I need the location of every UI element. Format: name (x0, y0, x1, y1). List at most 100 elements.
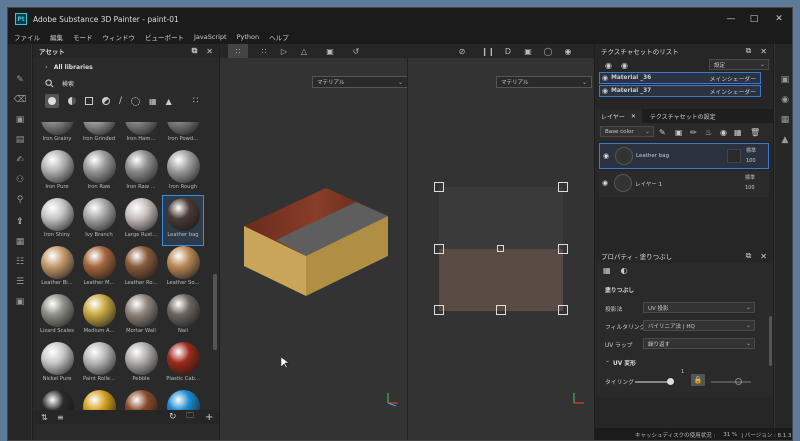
uv-center-handle[interactable] (497, 245, 504, 252)
asset-thumbnail[interactable]: Iron Pure (37, 148, 77, 197)
view-grid-icon[interactable]: ∷ (228, 44, 248, 58)
asset-thumbnail[interactable]: Iron Raw ... (121, 148, 161, 197)
asset-thumbnail[interactable] (163, 388, 203, 411)
viewport-3d-mode-dropdown[interactable]: マテリアル ⌄ (312, 76, 408, 88)
asset-thumbnail[interactable]: Leather Ro... (121, 244, 161, 293)
close-tab-icon[interactable]: ✕ (631, 113, 636, 120)
layer-row[interactable]: ◉ Leather bag 標準 100 (599, 143, 769, 169)
geometry-fill-icon[interactable]: ▤ (14, 134, 26, 146)
screenshot-icon[interactable]: ◉ (558, 44, 578, 58)
menu-python[interactable]: Python (237, 33, 260, 41)
asset-thumbnail[interactable]: Paint Rolle... (79, 340, 119, 389)
effects-icon[interactable]: ✎ (659, 128, 666, 137)
breadcrumb[interactable]: › All libraries (33, 60, 219, 74)
folder-icon[interactable]: 🗀 (186, 410, 194, 424)
menu-mode[interactable]: モード (73, 32, 93, 42)
add-paint-layer-icon[interactable]: ✏ (690, 128, 697, 137)
mirror-icon[interactable]: ▷ (274, 44, 294, 58)
uv-transform-section[interactable]: UV 変形 (613, 358, 636, 367)
asset-thumbnail[interactable]: Iron Rough (163, 148, 203, 197)
lock-icon[interactable]: 🔒 (691, 374, 705, 386)
asset-thumbnail[interactable]: Leather Bi... (37, 244, 77, 293)
paint-brush-icon[interactable]: ✎ (14, 74, 26, 86)
delete-layer-icon[interactable]: 🗑 (750, 128, 760, 137)
channel-dropdown[interactable]: Base color ⌄ (600, 126, 654, 137)
menu-viewport[interactable]: ビューポート (145, 32, 184, 42)
material-picker-icon[interactable]: ⚲ (14, 194, 26, 206)
layer-blend-mode[interactable]: 標準 (746, 147, 756, 154)
refresh-icon[interactable]: ↻ (169, 412, 177, 422)
display-icon[interactable]: ▣ (14, 296, 26, 308)
sort-icon[interactable]: ⇅ (41, 413, 48, 422)
asset-thumbnail[interactable]: Leather bag (162, 195, 204, 246)
close-panel-icon[interactable]: ✕ (206, 46, 213, 56)
display-settings-icon[interactable]: ◉ (779, 94, 791, 106)
layer-blend-mode[interactable]: 標準 (745, 174, 755, 181)
add-folder-icon[interactable]: ▦ (734, 128, 742, 137)
texture-set-icon[interactable]: ▦ (14, 236, 26, 248)
filtering-dropdown[interactable]: バイリニア法 | HQ ⌄ (643, 320, 755, 331)
tiling-slider-handle-2[interactable] (735, 378, 742, 385)
asset-thumbnail[interactable]: Iron Ham... (121, 122, 161, 149)
asset-thumbnail[interactable]: Leather So... (163, 244, 203, 293)
uv-handle-ml[interactable] (434, 244, 444, 254)
list-filter-icon[interactable]: ≡ (57, 413, 64, 422)
asset-thumbnail[interactable]: Pebble (121, 340, 161, 389)
uv-handle-mr[interactable] (558, 244, 568, 254)
add-mask-icon[interactable]: ▣ (675, 128, 683, 137)
add-smart-material-icon[interactable]: ◉ (720, 128, 727, 137)
history-icon[interactable]: ↺ (346, 44, 366, 58)
smart-materials-filter-icon[interactable] (68, 97, 76, 105)
layers-icon[interactable]: ☷ (14, 256, 26, 268)
asset-thumbnail[interactable]: Iron Grainy (37, 122, 77, 149)
renderer-icon[interactable]: D (498, 44, 518, 58)
camera-mode-icon[interactable]: ◯ (538, 44, 558, 58)
float-panel-icon[interactable]: ⧉ (192, 46, 198, 56)
eye-icon[interactable]: ◉ (605, 61, 612, 70)
materials-filter-icon[interactable] (45, 94, 59, 108)
asset-thumbnail[interactable]: Large Rust... (121, 196, 161, 245)
asset-thumbnail[interactable]: Nickel Pure (37, 340, 77, 389)
close-button[interactable]: ✕ (764, 8, 792, 30)
asset-thumbnail[interactable] (121, 388, 161, 411)
projection-dropdown[interactable]: UV 投影 ⌄ (643, 302, 755, 313)
asset-thumbnail[interactable]: Iron Raw (79, 148, 119, 197)
uv-handle-tl[interactable] (434, 182, 444, 192)
bake-icon[interactable]: ▲ (779, 134, 791, 146)
procedurals-filter-icon[interactable] (102, 97, 110, 105)
layer-row[interactable]: ◉ レイヤー 1 標準 100 (599, 171, 769, 197)
eye-icon[interactable]: ◉ (602, 179, 608, 187)
menu-help[interactable]: ヘルプ (269, 32, 289, 42)
add-fill-layer-icon[interactable]: ♨ (705, 128, 712, 137)
assets-icon[interactable]: ⇪ (14, 216, 26, 228)
properties-scrollbar[interactable] (769, 316, 772, 366)
texture-set-item[interactable]: ◉ Material _36 メインシェーダー (599, 72, 761, 84)
chevron-down-icon[interactable]: ⌄ (605, 357, 610, 364)
eye-toggle-icon[interactable]: ◉ (621, 61, 628, 70)
texture-set-item[interactable]: ◉ Material _37 メインシェーダー (599, 85, 761, 97)
fill-properties-icon[interactable]: ▦ (603, 266, 611, 275)
smart-masks-filter-icon[interactable] (85, 97, 93, 105)
tab-texture-set-settings[interactable]: テクスチャセットの設定 (650, 112, 716, 121)
add-icon[interactable]: + (205, 412, 213, 423)
pause-icon[interactable]: ❙❙ (478, 44, 498, 58)
float-panel-icon[interactable]: ⧉ (746, 251, 752, 261)
alphas-filter-icon[interactable] (131, 96, 141, 106)
close-panel-icon[interactable]: ✕ (760, 46, 767, 56)
fit-view-icon[interactable]: ▣ (320, 44, 340, 58)
shader-settings-icon[interactable]: ▦ (779, 114, 791, 126)
eye-icon[interactable]: ◉ (602, 87, 608, 95)
material-properties-icon[interactable]: ◐ (621, 266, 628, 275)
uv-handle-tr[interactable] (558, 182, 568, 192)
menu-window[interactable]: ウィンドウ (103, 32, 136, 42)
eye-icon[interactable]: ◉ (603, 152, 609, 160)
assets-scrollbar[interactable] (213, 274, 217, 350)
search-input[interactable]: 検索 (62, 79, 74, 88)
layer-opacity[interactable]: 100 (745, 185, 755, 191)
projection-icon[interactable]: ▣ (14, 114, 26, 126)
view-split-icon[interactable]: ∷ (254, 44, 274, 58)
brushes-filter-icon[interactable]: ∕ (119, 96, 122, 106)
asset-thumbnail[interactable]: Leather M... (79, 244, 119, 293)
close-panel-icon[interactable]: ✕ (760, 251, 767, 261)
texture-set-list-icon[interactable]: ▣ (779, 74, 791, 86)
